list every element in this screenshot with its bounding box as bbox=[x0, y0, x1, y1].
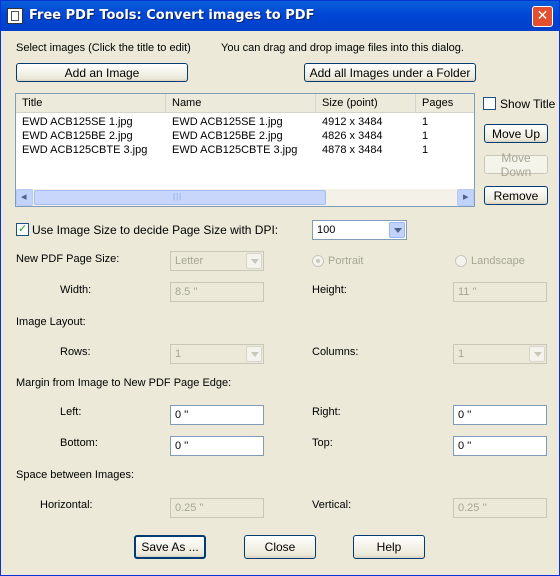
rows-label: Rows: bbox=[60, 346, 91, 358]
space-between-label: Space between Images: bbox=[16, 469, 135, 481]
right-margin-input[interactable]: 0 '' bbox=[453, 405, 547, 425]
columns-select[interactable]: 1 bbox=[453, 344, 547, 364]
image-list[interactable]: Title Name Size (point) Pages EWD ACB125… bbox=[15, 93, 475, 207]
horizontal-space-label: Horizontal: bbox=[40, 499, 93, 511]
add-folder-button[interactable]: Add all Images under a Folder bbox=[304, 63, 476, 82]
left-margin-label: Left: bbox=[60, 406, 82, 418]
image-layout-label: Image Layout: bbox=[16, 316, 86, 328]
use-image-size-label: Use Image Size to decide Page Size with … bbox=[32, 223, 279, 237]
chevron-down-icon bbox=[246, 346, 262, 362]
row-title: EWD ACB125BE 2.jpg bbox=[22, 130, 133, 142]
columns-label: Columns: bbox=[312, 346, 359, 358]
radio-dot bbox=[316, 259, 320, 263]
dpi-value: 100 bbox=[317, 224, 336, 236]
table-row[interactable]: EWD ACB125BE 2.jpg EWD ACB125BE 2.jpg 48… bbox=[16, 130, 474, 144]
row-name: EWD ACB125SE 1.jpg bbox=[172, 116, 283, 128]
vertical-space-input[interactable]: 0.25 '' bbox=[453, 498, 547, 518]
move-up-button[interactable]: Move Up bbox=[484, 124, 548, 143]
show-title-label: Show Title bbox=[500, 97, 556, 111]
page-size-select[interactable]: Letter bbox=[170, 251, 264, 271]
height-label: Height: bbox=[312, 284, 347, 296]
help-button[interactable]: Help bbox=[353, 535, 425, 559]
chevron-down-icon bbox=[529, 346, 545, 362]
width-input[interactable]: 8.5 '' bbox=[170, 282, 264, 302]
column-header-name[interactable]: Name bbox=[166, 94, 316, 112]
table-row[interactable]: EWD ACB125CBTE 3.jpg EWD ACB125CBTE 3.jp… bbox=[16, 144, 474, 158]
page-size-value: Letter bbox=[175, 255, 204, 267]
title-bar[interactable]: Free PDF Tools: Convert images to PDF ✕ bbox=[1, 1, 559, 31]
horizontal-scrollbar[interactable]: ◂ ||| ▸ bbox=[16, 189, 474, 206]
window-title: Free PDF Tools: Convert images to PDF bbox=[29, 8, 315, 23]
right-margin-label: Right: bbox=[312, 406, 341, 418]
height-input[interactable]: 11 '' bbox=[453, 282, 547, 302]
row-name: EWD ACB125BE 2.jpg bbox=[172, 130, 283, 142]
select-images-label: Select images (Click the title to edit) bbox=[16, 42, 191, 54]
row-title: EWD ACB125CBTE 3.jpg bbox=[22, 144, 148, 156]
grip-icon: ||| bbox=[173, 192, 183, 201]
use-image-size-checkbox[interactable]: ✓ bbox=[16, 222, 29, 236]
row-pages: 1 bbox=[422, 116, 429, 128]
close-button[interactable]: Close bbox=[244, 535, 316, 559]
close-window-button[interactable]: ✕ bbox=[532, 6, 553, 27]
columns-value: 1 bbox=[458, 348, 465, 360]
save-as-button[interactable]: Save As ... bbox=[134, 535, 206, 559]
landscape-radio[interactable] bbox=[455, 255, 467, 267]
row-size: 4878 x 3484 bbox=[322, 144, 383, 156]
page-size-label: New PDF Page Size: bbox=[16, 253, 120, 265]
add-image-button[interactable]: Add an Image bbox=[16, 63, 188, 82]
row-size: 4912 x 3484 bbox=[322, 116, 383, 128]
rows-select[interactable]: 1 bbox=[170, 344, 264, 364]
bottom-margin-input[interactable]: 0 '' bbox=[170, 436, 264, 456]
table-row[interactable]: EWD ACB125SE 1.jpg EWD ACB125SE 1.jpg 49… bbox=[16, 116, 474, 130]
top-margin-input[interactable]: 0 '' bbox=[453, 436, 547, 456]
column-header-size[interactable]: Size (point) bbox=[316, 94, 416, 112]
move-down-button[interactable]: Move Down bbox=[484, 151, 548, 179]
scroll-thumb[interactable]: ||| bbox=[34, 190, 326, 205]
bottom-margin-label: Bottom: bbox=[60, 437, 98, 449]
margin-label: Margin from Image to New PDF Page Edge: bbox=[16, 377, 232, 389]
row-pages: 1 bbox=[422, 130, 429, 142]
rows-value: 1 bbox=[175, 348, 182, 360]
row-title: EWD ACB125SE 1.jpg bbox=[22, 116, 133, 128]
chevron-down-icon bbox=[246, 253, 262, 269]
show-title-checkbox[interactable] bbox=[483, 97, 496, 110]
row-pages: 1 bbox=[422, 144, 429, 156]
left-margin-input[interactable]: 0 '' bbox=[170, 405, 264, 425]
portrait-label: Portrait bbox=[328, 255, 364, 267]
column-header-pages[interactable]: Pages bbox=[416, 94, 474, 112]
chevron-right-icon: ▸ bbox=[463, 191, 469, 203]
vertical-space-label: Vertical: bbox=[312, 499, 352, 511]
scroll-left-button[interactable]: ◂ bbox=[16, 189, 33, 206]
column-header-title[interactable]: Title bbox=[16, 94, 166, 112]
chevron-left-icon: ◂ bbox=[21, 191, 27, 203]
width-label: Width: bbox=[60, 284, 92, 296]
row-name: EWD ACB125CBTE 3.jpg bbox=[172, 144, 298, 156]
list-header: Title Name Size (point) Pages bbox=[16, 94, 474, 113]
top-margin-label: Top: bbox=[312, 437, 333, 449]
dpi-select[interactable]: 100 bbox=[312, 220, 407, 240]
checkmark-icon: ✓ bbox=[18, 222, 28, 235]
remove-button[interactable]: Remove bbox=[484, 186, 548, 205]
dialog-window: Free PDF Tools: Convert images to PDF ✕ … bbox=[0, 0, 560, 576]
landscape-label: Landscape bbox=[471, 255, 525, 267]
drag-drop-hint: You can drag and drop image files into t… bbox=[221, 42, 464, 54]
app-icon bbox=[7, 8, 23, 24]
portrait-radio[interactable] bbox=[312, 255, 324, 267]
chevron-down-icon bbox=[389, 222, 405, 238]
scroll-right-button[interactable]: ▸ bbox=[457, 189, 474, 206]
horizontal-space-input[interactable]: 0.25 '' bbox=[170, 498, 264, 518]
row-size: 4826 x 3484 bbox=[322, 130, 383, 142]
